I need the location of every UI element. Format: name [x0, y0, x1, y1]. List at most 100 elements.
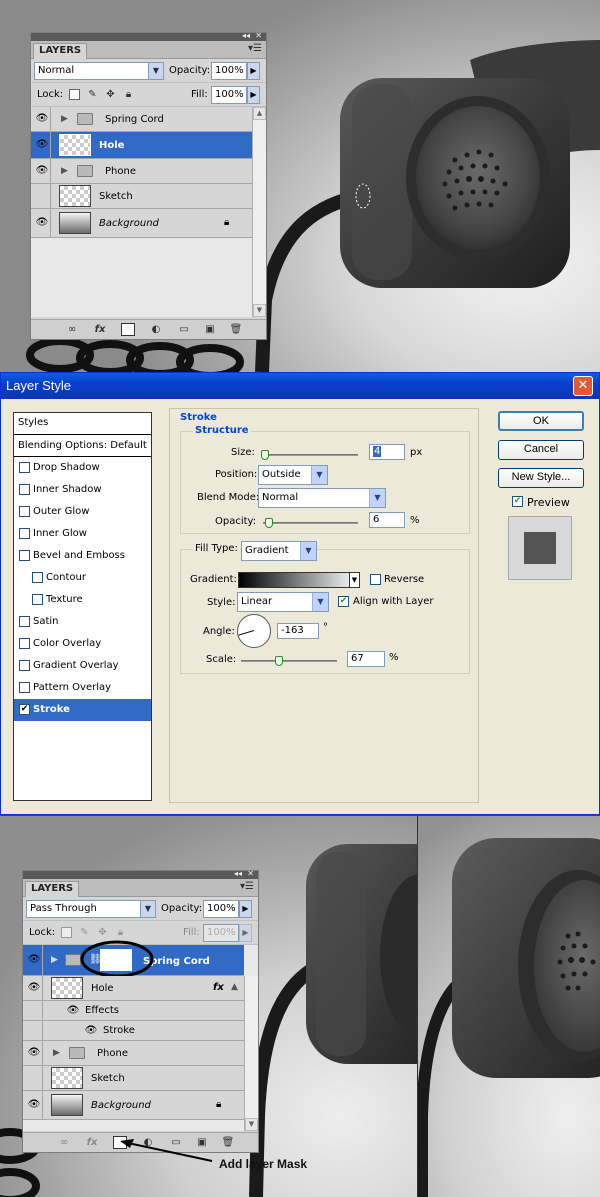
close-icon[interactable]: ✕	[573, 376, 593, 396]
eye-icon[interactable]: 👁︎	[26, 1097, 42, 1113]
size-slider[interactable]	[261, 450, 358, 460]
ok-button[interactable]: OK	[498, 411, 584, 431]
blend-mode-select[interactable]: Normal ▼	[258, 488, 386, 508]
opacity-input[interactable]: 100%	[203, 900, 239, 918]
tab-layers[interactable]: LAYERS	[25, 881, 80, 897]
layer-phone[interactable]: 👁︎ ▶ Phone	[23, 1041, 244, 1066]
adjustment-icon[interactable]: ◐	[149, 323, 163, 336]
scrollbar[interactable]: ▲ ▼	[252, 107, 266, 317]
scroll-up-icon[interactable]: ▲	[253, 107, 266, 120]
style-checkbox[interactable]	[32, 594, 43, 605]
align-checkbox[interactable]: ✔	[338, 596, 349, 607]
fill-slider-arrow-icon[interactable]: ▶	[247, 86, 260, 104]
style-item-bevel-and-emboss[interactable]: Bevel and Emboss	[14, 545, 151, 567]
layer-sketch[interactable]: Sketch	[23, 1066, 244, 1091]
collapse-icon[interactable]: ◂◂	[234, 869, 242, 878]
eye-icon[interactable]: 👁︎	[26, 980, 42, 996]
style-checkbox[interactable]	[19, 484, 30, 495]
panel-titlebar[interactable]: ◂◂ ✕	[31, 31, 266, 41]
gradient-picker[interactable]: ▼	[238, 572, 360, 588]
blending-options[interactable]: Blending Options: Default	[14, 435, 151, 457]
style-item-contour[interactable]: Contour	[14, 567, 151, 589]
link-icon[interactable]: ∞	[57, 1136, 71, 1149]
style-select[interactable]: Linear ▼	[237, 592, 329, 612]
eye-icon[interactable]: 👁︎	[34, 163, 50, 179]
fx-icon[interactable]: fx	[93, 323, 107, 336]
angle-dial[interactable]	[237, 614, 271, 648]
layer-effect-stroke[interactable]: 👁︎ Stroke	[23, 1021, 244, 1041]
angle-input[interactable]: -163	[277, 623, 319, 639]
folder-icon[interactable]: ▭	[169, 1136, 183, 1149]
expand-triangle-icon[interactable]: ▶	[51, 955, 58, 965]
opacity-input[interactable]: 100%	[211, 62, 247, 80]
new-layer-icon[interactable]: ▣	[203, 323, 217, 336]
lock-brush-icon[interactable]: ✎	[79, 927, 90, 938]
add-layer-mask-icon[interactable]	[113, 1136, 127, 1149]
scrollbar[interactable]: ▼	[244, 976, 258, 1131]
new-layer-icon[interactable]: ▣	[195, 1136, 209, 1149]
styles-header[interactable]: Styles	[14, 413, 151, 435]
scale-slider[interactable]	[241, 656, 337, 666]
dialog-titlebar[interactable]: Layer Style ✕	[1, 373, 599, 399]
preview-checkbox[interactable]: ✔	[512, 496, 523, 507]
filltype-select[interactable]: Gradient ▼	[241, 541, 317, 561]
opacity-slider[interactable]	[263, 518, 358, 528]
style-item-inner-glow[interactable]: Inner Glow	[14, 523, 151, 545]
collapse-icon[interactable]: ◂◂	[242, 31, 250, 40]
chevron-down-icon[interactable]: ▼	[349, 572, 360, 588]
style-item-inner-shadow[interactable]: Inner Shadow	[14, 479, 151, 501]
lock-brush-icon[interactable]: ✎	[87, 89, 98, 100]
style-checkbox[interactable]	[19, 660, 30, 671]
style-item-satin[interactable]: Satin	[14, 611, 151, 633]
close-icon[interactable]: ✕	[255, 31, 262, 40]
layer-hole[interactable]: 👁︎ Hole fx ▲	[23, 976, 244, 1001]
expand-triangle-icon[interactable]: ▶	[61, 114, 68, 124]
scroll-down-icon[interactable]: ▼	[245, 1118, 258, 1131]
folder-icon[interactable]: ▭	[177, 323, 191, 336]
style-item-drop-shadow[interactable]: Drop Shadow	[14, 457, 151, 479]
layer-effects[interactable]: 👁︎ Effects	[23, 1001, 244, 1021]
mask-icon[interactable]	[121, 323, 135, 336]
expand-triangle-icon[interactable]: ▶	[53, 1048, 60, 1058]
size-slider-knob[interactable]	[261, 450, 269, 460]
style-item-stroke[interactable]: ✔ Stroke	[14, 699, 151, 721]
style-item-outer-glow[interactable]: Outer Glow	[14, 501, 151, 523]
style-checkbox[interactable]: ✔	[19, 704, 30, 715]
collapse-triangle-icon[interactable]: ▲	[231, 982, 238, 992]
layer-phone[interactable]: 👁︎ ▶ Phone	[31, 159, 252, 184]
eye-icon[interactable]: 👁︎	[34, 111, 50, 127]
lock-transparent-icon[interactable]	[69, 89, 80, 100]
scale-slider-knob[interactable]	[275, 656, 283, 666]
lock-move-icon[interactable]: ✥	[97, 927, 108, 938]
style-checkbox[interactable]	[19, 616, 30, 627]
eye-icon[interactable]: 👁︎	[83, 1023, 99, 1039]
panel-titlebar[interactable]: ◂◂ ✕	[23, 869, 258, 879]
eye-icon[interactable]: 👁︎	[34, 137, 50, 153]
lock-all-icon[interactable]: 🔒︎	[115, 927, 126, 938]
layer-background[interactable]: 👁︎ Background 🔒︎	[23, 1091, 244, 1120]
lock-transparent-icon[interactable]	[61, 927, 72, 938]
opacity-input[interactable]: 6	[369, 512, 405, 528]
blend-mode-select[interactable]: Normal ▼	[34, 62, 164, 80]
layer-hole[interactable]: 👁︎ Hole	[31, 132, 252, 159]
close-icon[interactable]: ✕	[247, 869, 254, 878]
layer-spring-cord[interactable]: 👁︎ ▶ Spring Cord	[31, 107, 252, 132]
opacity-slider-knob[interactable]	[265, 518, 273, 528]
trash-icon[interactable]: 🗑︎	[221, 1136, 235, 1149]
new-style-button[interactable]: New Style...	[498, 468, 584, 488]
scroll-down-icon[interactable]: ▼	[253, 304, 266, 317]
panel-menu-icon[interactable]: ▾☰	[248, 43, 262, 54]
layer-sketch[interactable]: Sketch	[31, 184, 252, 209]
fx-icon[interactable]: fx	[85, 1136, 99, 1149]
eye-icon[interactable]: 👁︎	[26, 1045, 42, 1061]
size-input[interactable]: 4	[369, 444, 405, 460]
style-item-texture[interactable]: Texture	[14, 589, 151, 611]
lock-move-icon[interactable]: ✥	[105, 89, 116, 100]
scale-input[interactable]: 67	[347, 651, 385, 667]
eye-icon[interactable]: 👁︎	[26, 952, 42, 968]
style-checkbox[interactable]	[19, 528, 30, 539]
trash-icon[interactable]: 🗑︎	[229, 323, 243, 336]
fill-input[interactable]: 100%	[203, 924, 239, 942]
expand-triangle-icon[interactable]: ▶	[61, 166, 68, 176]
eye-icon[interactable]: 👁︎	[34, 215, 50, 231]
